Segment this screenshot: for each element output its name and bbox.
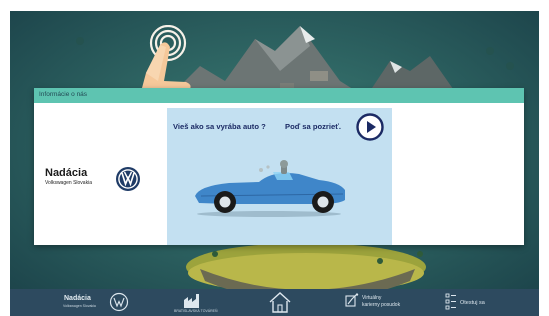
brand-subtitle: Volkswagen Slovakia bbox=[45, 180, 92, 186]
vw-logo-icon bbox=[109, 292, 129, 312]
modal-header: Informácie o nás bbox=[34, 88, 524, 103]
nav-factory[interactable]: BRATISLAVSKÁ TOVÁREŇ bbox=[170, 289, 218, 316]
nav-quiz-label: Otestuj sa bbox=[460, 300, 485, 306]
info-modal: Informácie o nás Nadácia Volkswagen Slov… bbox=[34, 88, 524, 245]
nav-virtual-tour[interactable]: Virtuálny karierny posudok bbox=[340, 289, 410, 316]
quiz-icon bbox=[445, 293, 456, 310]
promo-panel[interactable]: Vieš ako sa vyrába auto ? Poď sa pozrieť… bbox=[167, 108, 392, 245]
nav-brand[interactable]: Nadácia Volkswagen Slovakia bbox=[10, 289, 140, 316]
nav-brand-subtitle: Volkswagen Slovakia bbox=[63, 304, 96, 308]
home-icon bbox=[269, 292, 291, 313]
play-icon[interactable] bbox=[356, 113, 384, 141]
nav-tour-label-line2: karierny posudok bbox=[362, 301, 401, 308]
vw-logo-icon bbox=[116, 167, 140, 191]
nav-quiz[interactable]: Otestuj sa bbox=[440, 289, 500, 316]
car-illustration bbox=[195, 160, 345, 217]
bottom-navbar: Nadácia Volkswagen Slovakia BRATISLAVSKÁ… bbox=[10, 289, 539, 316]
promo-question: Vieš ako sa vyrába auto ? bbox=[173, 122, 266, 131]
nav-brand-title: Nadácia bbox=[64, 295, 91, 302]
nav-tour-label: Virtuálny karierny posudok bbox=[362, 295, 400, 308]
nav-home[interactable] bbox=[260, 289, 300, 316]
tour-icon bbox=[345, 293, 359, 307]
brand-title: Nadácia bbox=[45, 167, 88, 179]
factory-icon bbox=[184, 294, 199, 308]
promo-cta[interactable]: Poď sa pozrieť. bbox=[285, 122, 341, 131]
nav-factory-label: BRATISLAVSKÁ TOVÁREŇ bbox=[174, 309, 218, 313]
modal-title: Informácie o nás bbox=[39, 91, 88, 98]
